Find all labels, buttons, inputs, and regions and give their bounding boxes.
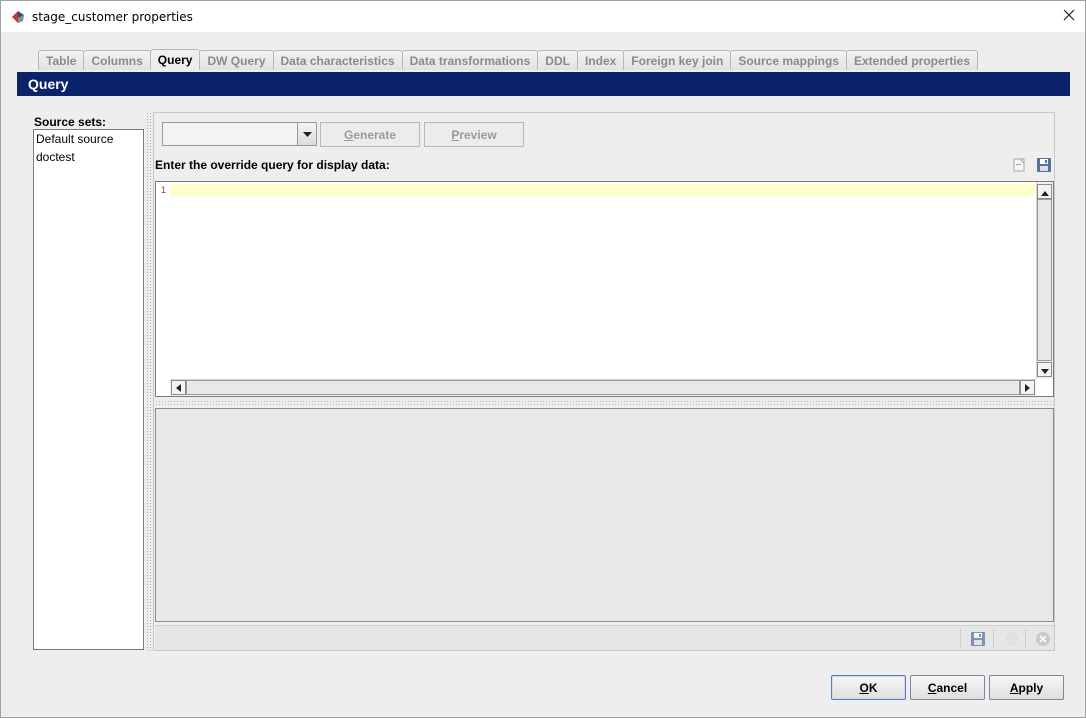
- results-toolbar: [155, 625, 1054, 650]
- preview-button[interactable]: Preview: [424, 122, 524, 147]
- preview-mnemonic: P: [451, 127, 460, 142]
- query-label: Enter the override query for display dat…: [155, 158, 390, 172]
- generate-mnemonic: G: [343, 127, 354, 142]
- tab-foreign-key-join[interactable]: Foreign key join: [623, 50, 732, 70]
- source-sets-label: Source sets:: [34, 115, 107, 129]
- tab-index[interactable]: Index: [576, 50, 625, 70]
- tab-table[interactable]: Table: [38, 50, 85, 70]
- title-bar: stage_customer properties: [1, 1, 1085, 32]
- horizontal-scrollbar[interactable]: [170, 379, 1036, 396]
- close-button[interactable]: [1053, 1, 1085, 32]
- vertical-splitter[interactable]: [146, 112, 152, 651]
- close-icon: [1063, 9, 1075, 24]
- arrow-left-icon: [176, 381, 181, 395]
- save-icon[interactable]: [969, 630, 987, 648]
- tab-data-transformations[interactable]: Data transformations: [401, 50, 539, 70]
- tab-source-mappings[interactable]: Source mappings: [730, 50, 847, 70]
- cancel-label-rest: ancel: [936, 680, 968, 695]
- gear-icon[interactable]: [1003, 630, 1021, 648]
- generate-button[interactable]: Generate: [320, 122, 420, 147]
- toolbar-divider: [993, 629, 994, 648]
- tab-query[interactable]: Query: [149, 49, 201, 70]
- arrow-down-icon: [1040, 363, 1049, 377]
- results-area: [155, 408, 1054, 622]
- window-title: stage_customer properties: [32, 10, 193, 24]
- query-panel: Generate Preview Enter the override quer…: [153, 112, 1055, 651]
- scroll-up-button[interactable]: [1037, 184, 1052, 199]
- stop-icon[interactable]: [1034, 630, 1052, 648]
- scroll-left-button[interactable]: [171, 380, 186, 395]
- scroll-down-button[interactable]: [1037, 362, 1052, 377]
- toolbar-divider: [960, 629, 961, 648]
- current-line-highlight[interactable]: [170, 184, 1035, 196]
- app-logo-icon: [10, 9, 26, 25]
- source-combo[interactable]: [162, 122, 317, 146]
- arrow-right-icon: [1025, 381, 1030, 395]
- chevron-down-icon: [302, 127, 312, 141]
- toolbar-divider: [1025, 629, 1026, 648]
- apply-mnemonic: A: [1009, 680, 1019, 695]
- source-sets-list[interactable]: Default source doctest: [33, 129, 144, 650]
- source-sets-panel: Source sets: Default source doctest: [32, 112, 145, 651]
- tab-strip: Table Columns Query DW Query Data charac…: [38, 49, 979, 70]
- ok-mnemonic: O: [859, 680, 869, 695]
- section-header: Query: [17, 72, 1070, 96]
- save-icon[interactable]: [1036, 157, 1052, 173]
- apply-label-rest: pply: [1018, 680, 1044, 695]
- combo-dropdown-button[interactable]: [297, 123, 316, 145]
- tab-ddl[interactable]: DDL: [537, 50, 578, 70]
- tab-columns[interactable]: Columns: [83, 50, 151, 70]
- new-document-icon[interactable]: [1011, 157, 1027, 173]
- arrow-up-icon: [1040, 185, 1049, 199]
- generate-label-rest: enerate: [353, 127, 397, 142]
- properties-dialog: stage_customer properties Table Columns …: [0, 0, 1086, 718]
- query-editor[interactable]: 1: [155, 181, 1054, 397]
- tab-data-characteristics[interactable]: Data characteristics: [272, 50, 403, 70]
- vertical-scrollbar[interactable]: [1036, 182, 1053, 379]
- line-number-gutter: 1: [156, 182, 170, 379]
- cancel-button[interactable]: Cancel: [910, 675, 985, 700]
- cancel-mnemonic: C: [927, 680, 937, 695]
- scroll-thumb[interactable]: [186, 380, 1020, 395]
- tab-dw-query[interactable]: DW Query: [199, 50, 274, 70]
- horizontal-splitter[interactable]: [155, 400, 1054, 406]
- apply-button[interactable]: Apply: [989, 675, 1064, 700]
- scroll-thumb[interactable]: [1037, 199, 1052, 361]
- ok-button[interactable]: OK: [831, 675, 906, 700]
- tab-extended-properties[interactable]: Extended properties: [846, 50, 979, 70]
- list-item[interactable]: doctest: [34, 148, 143, 166]
- preview-label-rest: review: [459, 127, 497, 142]
- line-number: 1: [161, 185, 167, 195]
- ok-label-rest: K: [868, 680, 878, 695]
- list-item[interactable]: Default source: [34, 130, 143, 148]
- scroll-right-button[interactable]: [1020, 380, 1035, 395]
